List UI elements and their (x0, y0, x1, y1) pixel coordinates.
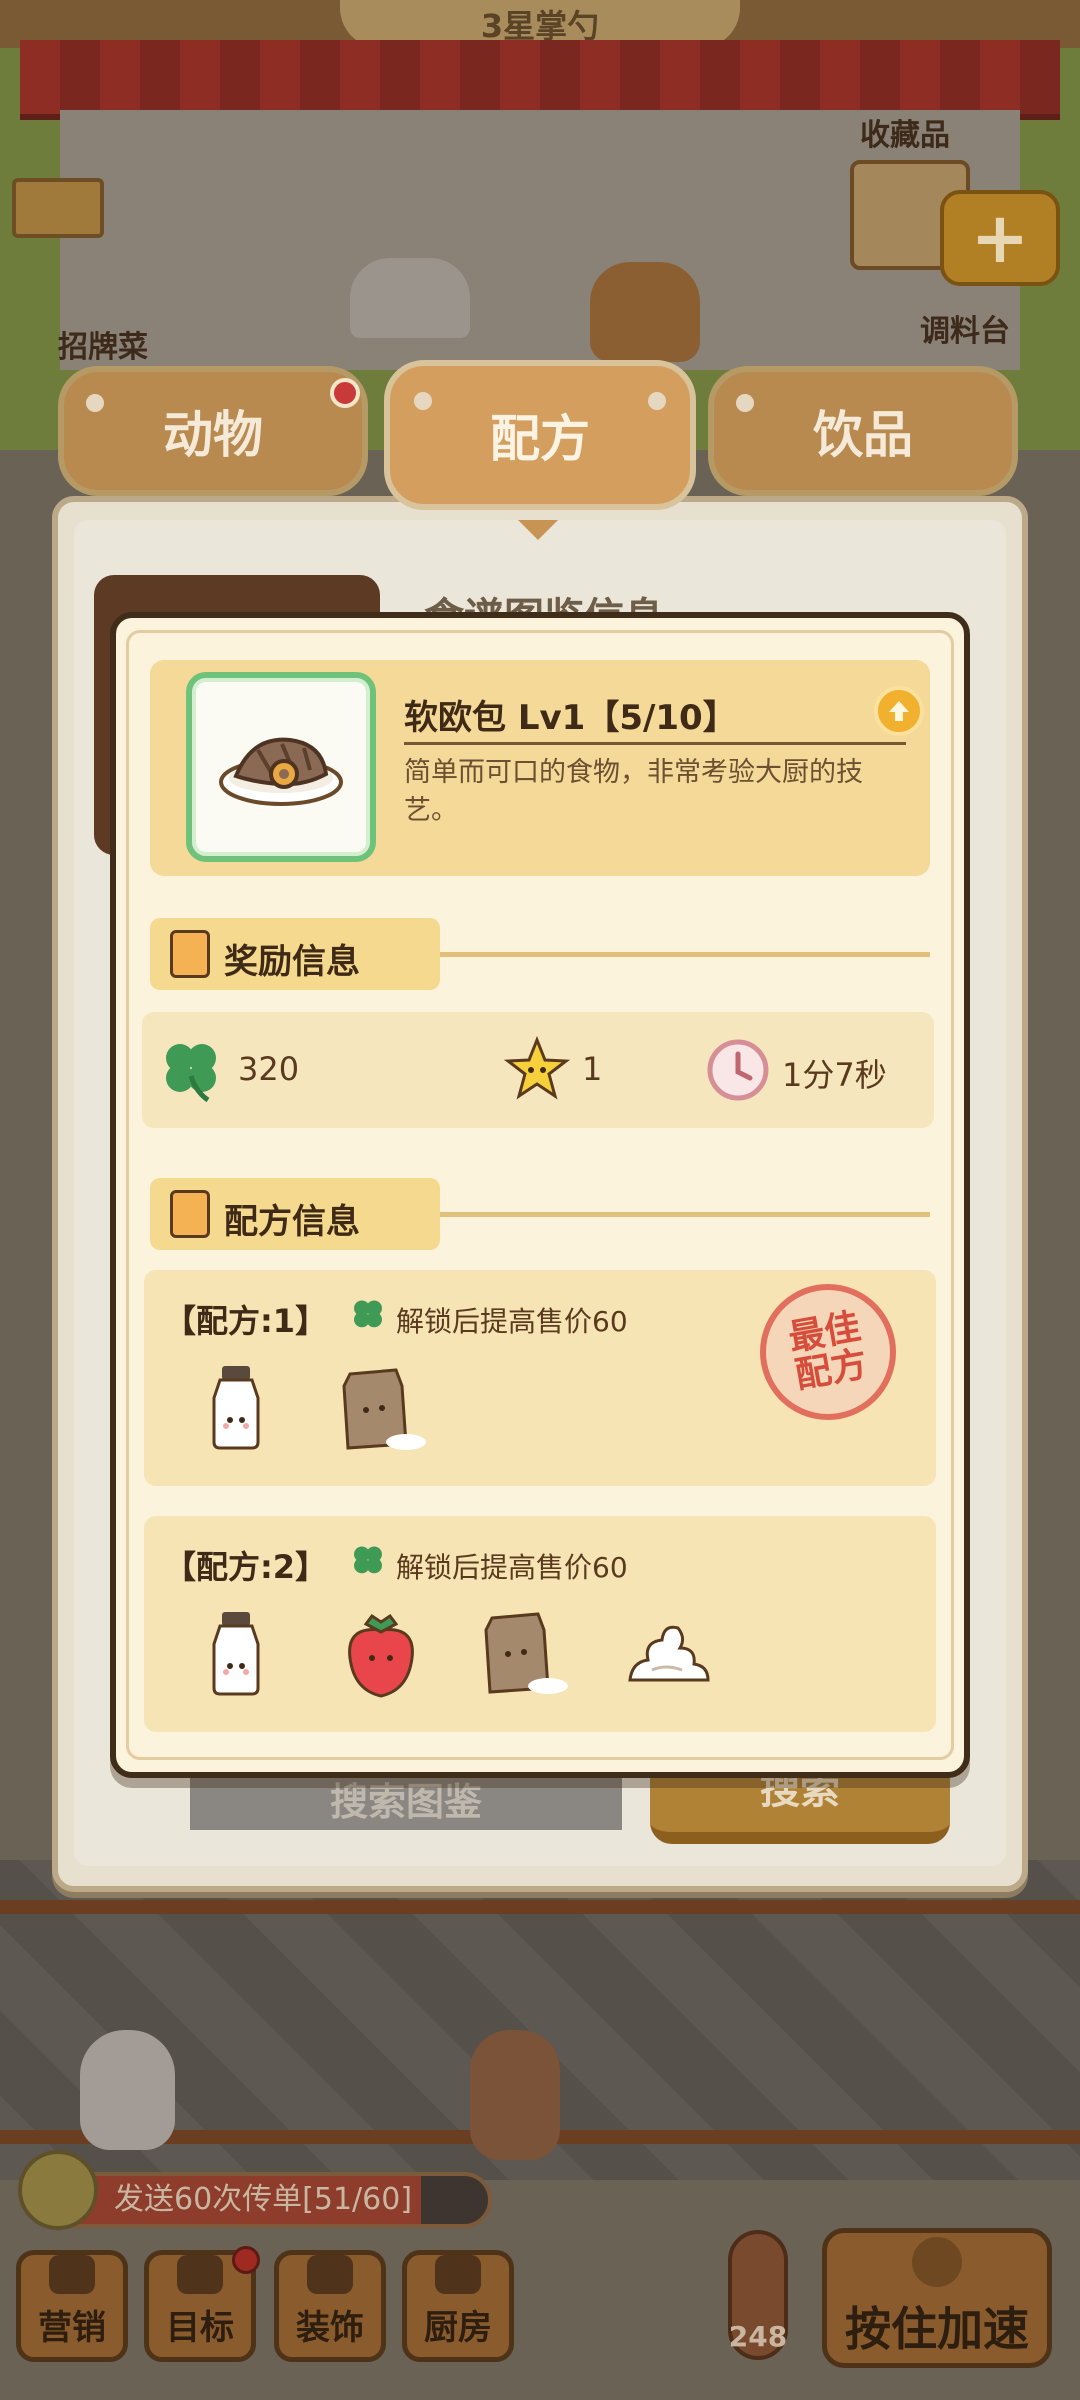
tab-animals[interactable]: 动物 (58, 366, 368, 496)
rabbit-customer (80, 2030, 175, 2150)
tab-glint (736, 394, 754, 412)
hammer-icon (307, 2255, 353, 2294)
clover-icon (354, 1546, 382, 1574)
reward-section-title: 奖励信息 (224, 942, 360, 982)
decor-button[interactable]: 装饰 (274, 2250, 386, 2362)
flour-bag-icon (484, 1612, 568, 1694)
tab-animals-label: 动物 (163, 406, 263, 464)
tab-animals-badge (330, 378, 360, 408)
recipe-2-title: 【配方:2】 (164, 1548, 328, 1586)
tab-glint (414, 392, 432, 410)
marketing-label: 营销 (38, 2308, 106, 2348)
strawberry-icon (348, 1613, 414, 1698)
decor-label: 装饰 (296, 2308, 364, 2348)
clock-icon (707, 1039, 769, 1101)
speed-label: 按住加速 (845, 2302, 1029, 2356)
reward-time-value: 1分7秒 (782, 1056, 887, 1094)
whipped-cream-icon (628, 1625, 710, 1682)
cat-character (590, 262, 700, 362)
food-description: 简单而可口的食物，非常考验大厨的技艺。 (404, 757, 863, 826)
play-icon (912, 2237, 962, 2287)
bread-roll-icon (219, 737, 343, 806)
shop-awning (20, 40, 1060, 120)
signature-dish-label: 招牌菜 (58, 330, 148, 365)
shop-side-sign (12, 178, 104, 238)
best-recipe-stamp-text: 最佳配方 (785, 1306, 871, 1397)
food-name: 软欧包 Lv1【5/10】 (404, 698, 737, 738)
seasoning-label: 调料台 (920, 314, 1010, 349)
chef-character (350, 258, 470, 338)
clipboard-icon (170, 930, 210, 978)
recipe-1-hint: 解锁后提高售价60 (396, 1305, 628, 1338)
clover-icon (166, 1044, 216, 1103)
marketing-button[interactable]: 营销 (16, 2250, 128, 2362)
tab-drinks-label: 饮品 (813, 406, 913, 464)
tab-recipes-label: 配方 (490, 410, 590, 468)
tab-glint (86, 394, 104, 412)
add-plus-icon: + (940, 190, 1060, 286)
food-image-frame (186, 672, 376, 862)
recipe-2-hint: 解锁后提高售价60 (396, 1551, 628, 1584)
collection-label: 收藏品 (860, 118, 950, 153)
tab-glint (648, 392, 666, 410)
goals-badge (232, 2246, 260, 2274)
section-divider (440, 1212, 930, 1217)
section-divider (440, 952, 930, 957)
clover-icon (354, 1300, 382, 1328)
milk-bottle-icon (212, 1612, 260, 1696)
recipe-1-title: 【配方:1】 (164, 1302, 328, 1340)
upgrade-arrow-icon[interactable] (874, 686, 924, 736)
hold-to-speed-button[interactable]: 按住加速 (822, 2228, 1052, 2368)
tab-drinks[interactable]: 饮品 (708, 366, 1018, 496)
wok-icon (435, 2255, 481, 2294)
flour-bag-icon (342, 1368, 426, 1450)
recipe-section-title: 配方信息 (224, 1202, 360, 1242)
target-icon (177, 2255, 223, 2294)
clipboard-icon (170, 1190, 210, 1238)
quest-progress-bar[interactable]: 发送60次传单[51/60] (40, 2172, 492, 2228)
thermometer-value: 248 (728, 2320, 788, 2353)
goals-label: 目标 (166, 2308, 234, 2348)
deer-customer (470, 2030, 560, 2160)
reward-star-value: 1 (582, 1050, 603, 1088)
flyer-quest-icon[interactable] (18, 2150, 98, 2230)
counter-edge (0, 1900, 1080, 1914)
star-icon (504, 1036, 570, 1100)
reward-clover-value: 320 (238, 1050, 300, 1088)
quest-text: 发送60次传单[51/60] (114, 2182, 413, 2217)
kitchen-button[interactable]: 厨房 (402, 2250, 514, 2362)
kitchen-label: 厨房 (424, 2308, 492, 2348)
milk-bottle-icon (212, 1366, 260, 1450)
tab-recipes[interactable]: 配方 (384, 360, 696, 510)
megaphone-icon (49, 2255, 95, 2294)
food-name-underline (404, 742, 906, 745)
